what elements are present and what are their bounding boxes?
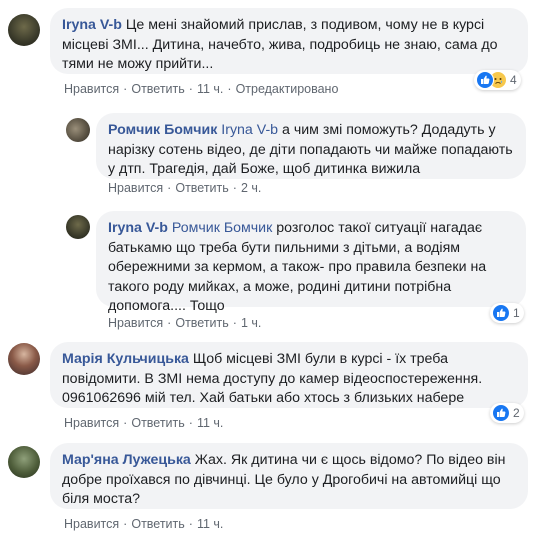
comment-bubble: Мар'яна Лужецька Жах. Як дитина чи є щос…	[50, 443, 528, 509]
edited-label[interactable]: Отредактировано	[236, 82, 339, 96]
mention-link[interactable]: Iryna V-b	[221, 122, 278, 138]
like-button[interactable]: Нравится	[108, 181, 163, 195]
separator: ·	[232, 181, 237, 195]
separator: ·	[167, 316, 172, 330]
comment-author[interactable]: Марія Кульчицька	[62, 351, 189, 367]
comment-author[interactable]: Iryna V-b	[108, 220, 168, 236]
comment-actions: Нравится · Ответить · 11 ч. · Отредактировано	[64, 82, 338, 96]
reply-button[interactable]: Ответить	[175, 316, 228, 330]
comment-text: Це мені знайомий прислав, з подивом, чом…	[62, 17, 498, 72]
comment-bubble: Iryna V-b Ромчик Бомчик розголос такої с…	[96, 211, 526, 314]
timestamp[interactable]: 11 ч.	[197, 517, 223, 531]
avatar[interactable]	[8, 343, 40, 375]
reactions-summary[interactable]: 4	[474, 70, 521, 90]
reply-button[interactable]: Ответить	[131, 82, 184, 96]
timestamp[interactable]: 1 ч.	[241, 316, 261, 330]
like-icon	[492, 404, 510, 422]
reply-button[interactable]: Ответить	[175, 181, 228, 195]
like-icon	[492, 304, 510, 322]
comment-actions: Нравится · Ответить · 2 ч.	[108, 181, 261, 195]
separator: ·	[188, 416, 193, 430]
reactions-summary[interactable]: 1	[490, 303, 524, 323]
reaction-count: 1	[513, 306, 520, 320]
comment-actions: Нравится · Ответить · 11 ч.	[64, 517, 223, 531]
separator: ·	[123, 416, 128, 430]
separator: ·	[188, 82, 193, 96]
separator: ·	[188, 517, 193, 531]
reaction-count: 4	[510, 73, 517, 87]
separator: ·	[123, 82, 128, 96]
timestamp[interactable]: 11 ч.	[197, 416, 223, 430]
separator: ·	[232, 316, 237, 330]
reaction-count: 2	[513, 406, 520, 420]
like-icon	[476, 71, 494, 89]
timestamp[interactable]: 2 ч.	[241, 181, 261, 195]
avatar[interactable]	[66, 118, 90, 142]
like-button[interactable]: Нравится	[108, 316, 163, 330]
comment-bubble: Iryna V-b Це мені знайомий прислав, з по…	[50, 8, 528, 74]
avatar[interactable]	[66, 215, 90, 239]
comment-actions: Нравится · Ответить · 11 ч.	[64, 416, 223, 430]
like-button[interactable]: Нравится	[64, 517, 119, 531]
separator: ·	[227, 82, 232, 96]
reply-button[interactable]: Ответить	[131, 517, 184, 531]
timestamp[interactable]: 11 ч.	[197, 82, 223, 96]
comment-actions: Нравится · Ответить · 1 ч.	[108, 316, 261, 330]
like-button[interactable]: Нравится	[64, 82, 119, 96]
comment-bubble: Ромчик Бомчик Iryna V-b а чим змі поможу…	[96, 113, 526, 179]
like-button[interactable]: Нравится	[64, 416, 119, 430]
avatar[interactable]	[8, 14, 40, 46]
separator: ·	[123, 517, 128, 531]
mention-link[interactable]: Ромчик Бомчик	[172, 220, 272, 236]
reply-button[interactable]: Ответить	[131, 416, 184, 430]
comment-author[interactable]: Iryna V-b	[62, 17, 122, 33]
reactions-summary[interactable]: 2	[490, 403, 524, 423]
avatar[interactable]	[8, 446, 40, 478]
comment-author[interactable]: Ромчик Бомчик	[108, 122, 217, 138]
comment-bubble: Марія Кульчицька Щоб місцеві ЗМІ були в …	[50, 342, 528, 408]
comment-author[interactable]: Мар'яна Лужецька	[62, 452, 191, 468]
separator: ·	[167, 181, 172, 195]
